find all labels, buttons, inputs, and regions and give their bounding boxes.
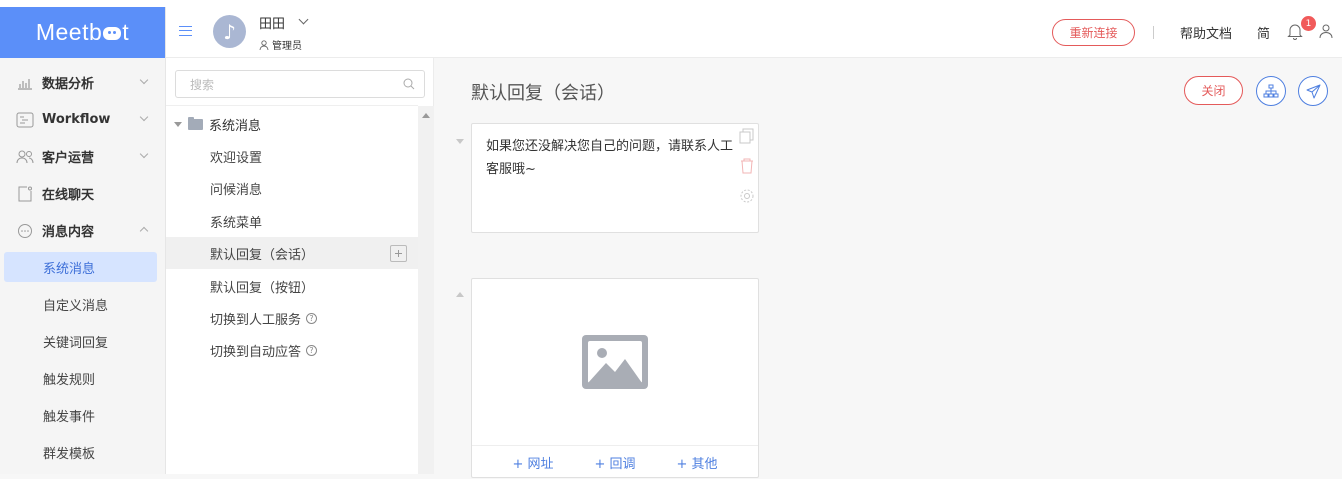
- sidebar-subitem-system-messages[interactable]: 系统消息: [4, 252, 157, 282]
- chevron-down-icon: [139, 75, 149, 85]
- workflow-icon: [16, 111, 34, 129]
- folder-icon: [188, 117, 203, 130]
- person-icon: [259, 39, 269, 50]
- music-note-icon: ♪: [223, 19, 236, 44]
- tree-node-label: 问候消息: [210, 182, 263, 198]
- chart-icon: [16, 74, 34, 92]
- tree-node-switch-to-auto[interactable]: 切换到自动应答 ?: [166, 334, 418, 366]
- tree-scrollbar[interactable]: [418, 106, 434, 474]
- send-icon: [1306, 84, 1320, 98]
- language-toggle[interactable]: 简: [1257, 23, 1270, 42]
- users-icon: [16, 148, 34, 166]
- divider: [1153, 26, 1154, 39]
- help-icon[interactable]: ?: [306, 312, 318, 324]
- search-input[interactable]: 搜索: [175, 70, 425, 98]
- message-icon: [16, 222, 34, 240]
- search-placeholder: 搜索: [190, 77, 215, 92]
- user-icon[interactable]: [1319, 24, 1333, 38]
- text-message-card[interactable]: 如果您还没解决您自己的问题，请联系人工客服哦~: [471, 123, 759, 233]
- copy-icon[interactable]: [739, 128, 755, 144]
- user-name[interactable]: 田田: [259, 13, 285, 32]
- tree-root-label: 系统消息: [209, 119, 262, 134]
- bot-icon: [103, 27, 122, 40]
- help-icon[interactable]: ?: [306, 344, 318, 356]
- tree-node-label: 欢迎设置: [210, 150, 263, 166]
- sitemap-icon: [1263, 84, 1279, 98]
- user-role: 管理员: [259, 37, 302, 52]
- sidebar-subitem-keyword-reply[interactable]: 关键词回复: [0, 323, 165, 360]
- expand-arrow-icon[interactable]: [456, 292, 464, 297]
- sidebar: Meetb t 数据分析 Workflow 客户运营 在线聊天 消息内容 系统消…: [0, 7, 166, 474]
- structure-button[interactable]: [1256, 76, 1286, 106]
- add-icon[interactable]: [390, 245, 407, 262]
- chevron-down-icon: [139, 149, 149, 159]
- sidebar-subitem-custom-messages[interactable]: 自定义消息: [0, 286, 165, 323]
- logo-text-suffix: t: [122, 19, 130, 45]
- notification-badge: 1: [1301, 16, 1316, 31]
- avatar[interactable]: ♪: [213, 15, 246, 48]
- sidebar-item-label: 在线聊天: [42, 188, 95, 203]
- tree-node-default-reply-session[interactable]: 默认回复（会话）: [166, 237, 418, 269]
- sidebar-item-customer-ops[interactable]: 客户运营: [0, 138, 165, 175]
- send-button[interactable]: [1298, 76, 1328, 106]
- user-role-label: 管理员: [272, 41, 302, 52]
- chevron-up-icon: [139, 226, 149, 236]
- sidebar-item-label: 消息内容: [42, 225, 95, 240]
- sidebar-item-message-content[interactable]: 消息内容: [0, 212, 165, 249]
- tree-node-system-menu[interactable]: 系统菜单: [166, 205, 418, 237]
- image-message-card[interactable]: + 网址 + 回调 + 其他: [471, 278, 759, 478]
- sidebar-item-label: 数据分析: [42, 77, 95, 92]
- message-text[interactable]: 如果您还没解决您自己的问题，请联系人工客服哦~: [486, 139, 733, 177]
- collapse-arrow-icon[interactable]: [456, 139, 464, 144]
- sidebar-item-workflow[interactable]: Workflow: [0, 101, 165, 138]
- tree-node-default-reply-button[interactable]: 默认回复（按钮）: [166, 270, 418, 302]
- sidebar-item-label: 客户运营: [42, 151, 95, 166]
- top-header: ♪ 田田 管理员 重新连接 帮助文档 简 1: [166, 7, 1342, 58]
- chevron-down-icon[interactable]: [298, 14, 309, 25]
- sidebar-subitem-trigger-events[interactable]: 触发事件: [0, 397, 165, 434]
- close-button[interactable]: 关闭: [1184, 76, 1243, 105]
- tree-node-label: 系统菜单: [210, 215, 263, 231]
- page-title: 默认回复（会话）: [471, 83, 615, 104]
- sidebar-subitem-trigger-rules[interactable]: 触发规则: [0, 360, 165, 397]
- reconnect-button[interactable]: 重新连接: [1052, 19, 1135, 46]
- tree-node-label: 默认回复（按钮）: [210, 280, 315, 296]
- sidebar-item-online-chat[interactable]: 在线聊天: [0, 175, 165, 212]
- help-docs-link[interactable]: 帮助文档: [1180, 23, 1232, 42]
- card-tools: [735, 128, 759, 204]
- sidebar-item-label: Workflow: [42, 112, 111, 127]
- hamburger-menu-icon[interactable]: [179, 26, 192, 36]
- tree-node-switch-to-human[interactable]: 切换到人工服务 ?: [166, 302, 418, 334]
- sidebar-item-data-analysis[interactable]: 数据分析: [0, 64, 165, 101]
- add-other-button[interactable]: + 其他: [676, 453, 717, 472]
- tree-node-label: 切换到自动应答: [210, 344, 302, 360]
- main-content: 默认回复（会话） 关闭 如果您还没解决您自己的问题，请联系人工客服哦~ + 网址…: [435, 58, 1342, 478]
- gear-icon[interactable]: [739, 188, 755, 204]
- search-icon: [403, 78, 415, 90]
- chat-icon: [16, 185, 34, 203]
- caret-down-icon: [174, 122, 182, 127]
- logo-text-prefix: Meetb: [35, 19, 103, 45]
- image-placeholder-icon[interactable]: [582, 335, 648, 389]
- chevron-down-icon: [139, 112, 149, 122]
- tree-node-welcome[interactable]: 欢迎设置: [166, 140, 418, 172]
- tree-node-greeting[interactable]: 问候消息: [166, 172, 418, 204]
- tree-node-label: 切换到人工服务: [210, 312, 302, 328]
- sidebar-subitem-broadcast-templates[interactable]: 群发模板: [0, 434, 165, 471]
- message-tree-panel: 搜索 系统消息 欢迎设置 问候消息 系统菜单 默认回复（会话） 默认回复（按钮）…: [166, 58, 434, 474]
- tree-root-system-messages[interactable]: 系统消息: [174, 115, 261, 134]
- logo[interactable]: Meetb t: [0, 7, 165, 58]
- delete-icon[interactable]: [739, 158, 755, 174]
- add-url-button[interactable]: + 网址: [512, 453, 553, 472]
- add-callback-button[interactable]: + 回调: [594, 453, 635, 472]
- tree-node-label: 默认回复（会话）: [210, 247, 315, 263]
